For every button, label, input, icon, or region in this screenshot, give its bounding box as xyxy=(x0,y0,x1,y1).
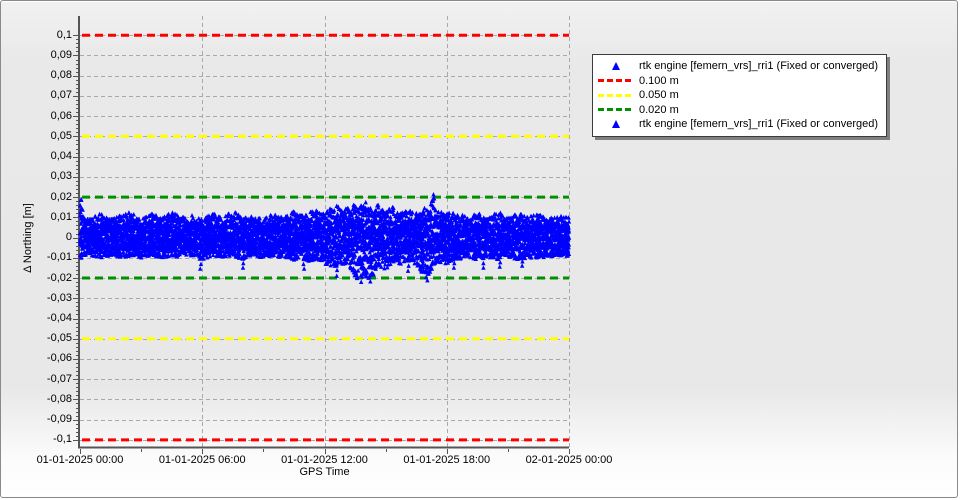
legend-item: rtk engine [femern_vrs]_rri1 (Fixed or c… xyxy=(595,117,878,132)
x-axis-title: GPS Time xyxy=(299,466,350,478)
legend-item-label: 0.050 m xyxy=(639,89,679,102)
y-tick-label: 0,09 xyxy=(50,48,72,61)
y-tick-label: 0,04 xyxy=(50,150,72,163)
legend-item: 0.100 m xyxy=(595,74,878,89)
y-tick-label: -0,1 xyxy=(53,433,72,446)
dash-line-icon xyxy=(598,108,634,112)
legend-dash-line-icon xyxy=(595,79,637,83)
y-tick-label: 0,08 xyxy=(50,69,72,82)
y-tick-label: -0,07 xyxy=(46,372,72,385)
y-axis-title: Δ Northing [m] xyxy=(22,203,34,273)
y-tick-label: -0,08 xyxy=(46,392,72,405)
y-tick-label: 0,05 xyxy=(50,129,72,142)
triangle-icon xyxy=(612,120,620,129)
y-tick-label: -0,05 xyxy=(46,332,72,345)
legend-dash-line-icon xyxy=(595,93,637,97)
chart-window: 0,1 0,09 0,08 0,07 0,06 0,05 0,04 0,03 0,02 0,01 0… xyxy=(0,0,958,498)
legend-item-label: 0.100 m xyxy=(639,74,679,87)
legend: rtk engine [femern_vrs]_rri1 (Fixed or c… xyxy=(592,54,888,137)
legend-item-label: rtk engine [femern_vrs]_rri1 (Fixed or c… xyxy=(639,118,879,131)
legend-triangle-marker-icon xyxy=(595,62,637,71)
triangle-icon xyxy=(612,62,620,71)
legend-item: 0.050 m xyxy=(595,88,878,103)
legend-triangle-marker-icon xyxy=(595,120,637,129)
y-tick-label: 0,07 xyxy=(50,89,72,102)
legend-item: 0.020 m xyxy=(595,103,878,118)
dash-line-icon xyxy=(598,93,634,97)
legend-dash-line-icon xyxy=(595,108,637,112)
legend-item-label: 0.020 m xyxy=(639,103,679,116)
y-tick-label: -0,04 xyxy=(46,312,72,324)
y-tick-label: 0,1 xyxy=(56,28,72,41)
y-tick-label: -0,09 xyxy=(46,413,72,426)
y-tick-label: -0,06 xyxy=(46,352,72,365)
legend-item-label: rtk engine [femern_vrs]_rri1 (Fixed or c… xyxy=(639,60,879,73)
dash-line-icon xyxy=(598,79,634,83)
legend-item: rtk engine [femern_vrs]_rri1 (Fixed or c… xyxy=(595,59,878,74)
y-tick-label: 0,06 xyxy=(50,109,72,122)
